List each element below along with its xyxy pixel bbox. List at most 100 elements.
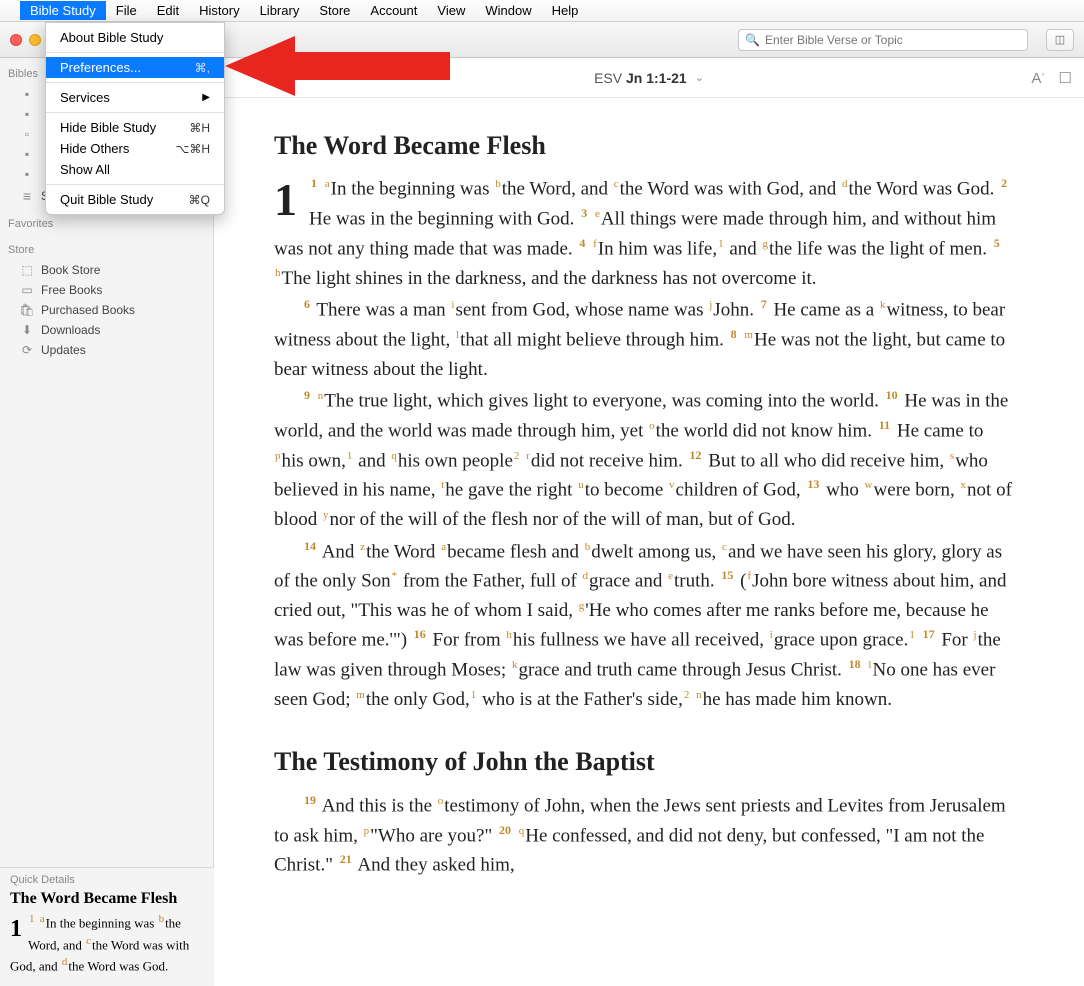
footnote[interactable]: e [668,570,673,582]
bookmark-button[interactable]: ☐ [1059,69,1072,87]
footnote[interactable]: b [159,913,165,925]
footnote[interactable]: b [585,541,591,553]
footnote[interactable]: m [356,689,365,701]
sidebar-purchased-books[interactable]: 🛍Purchased Books [0,300,213,320]
footnote[interactable]: b [495,178,501,190]
menu-preferences[interactable]: Preferences... ⌘, [46,57,224,78]
menu-view[interactable]: View [427,1,475,20]
footnote[interactable]: 2 [684,689,690,701]
footnote[interactable]: u [578,479,584,491]
footnote[interactable]: v [669,479,675,491]
footnote[interactable]: i [770,629,773,641]
verse-num[interactable]: 10 [886,388,898,402]
text-settings-button[interactable]: A◦ [1031,69,1044,87]
close-window-button[interactable] [10,34,22,46]
search-field[interactable]: 🔍 [738,29,1028,51]
verse-num[interactable]: 21 [340,852,352,866]
footnote[interactable]: i [451,299,454,311]
verse-num[interactable]: 7 [761,297,767,311]
footnote[interactable]: y [323,509,329,521]
layout-button[interactable]: ◫ [1046,29,1074,51]
footnote[interactable]: q [391,450,397,462]
footnote[interactable]: 1 [718,238,724,250]
menu-help[interactable]: Help [542,1,589,20]
footnote[interactable]: m [744,329,753,341]
verse-num[interactable]: 9 [304,388,310,402]
verse-num[interactable]: 12 [690,448,702,462]
footnote[interactable]: f [593,238,597,250]
footnote[interactable]: t [441,479,444,491]
verse-num[interactable]: 20 [499,823,511,837]
verse-num[interactable]: 17 [923,627,935,641]
footnote[interactable]: l [868,659,871,671]
verse-num[interactable]: 2 [1001,176,1007,190]
footnote[interactable]: k [880,299,886,311]
footnote[interactable]: d [583,570,589,582]
menu-history[interactable]: History [189,1,249,20]
verse-num[interactable]: 18 [849,657,861,671]
menu-window[interactable]: Window [475,1,541,20]
footnote[interactable]: n [318,390,324,402]
footnote[interactable]: a [325,178,330,190]
footnote[interactable]: f [747,570,751,582]
footnote[interactable]: c [614,178,619,190]
verse-num[interactable]: 19 [304,793,316,807]
footnote[interactable]: 1 [471,689,477,701]
menu-file[interactable]: File [106,1,147,20]
footnote[interactable]: 1 [347,450,353,462]
menu-show-all[interactable]: Show All [46,159,224,180]
verse-num[interactable]: 13 [807,477,819,491]
footnote[interactable]: k [512,659,518,671]
footnote[interactable]: j [709,299,712,311]
footnote[interactable]: r [526,450,530,462]
footnote[interactable]: n [696,689,702,701]
footnote[interactable]: p [275,450,281,462]
menu-hide[interactable]: Hide Bible Study ⌘H [46,117,224,138]
verse-num[interactable]: 1 [29,913,35,925]
footnote[interactable]: c [86,935,91,947]
footnote[interactable]: l [456,329,459,341]
footnote[interactable]: d [62,956,68,968]
footnote[interactable]: o [649,420,655,432]
footnote[interactable]: * [392,570,398,582]
search-input[interactable] [765,33,1021,47]
verse-num[interactable]: 8 [731,327,737,341]
footnote[interactable]: a [441,541,446,553]
menu-services[interactable]: Services ▶ [46,87,224,108]
sidebar-free-books[interactable]: ▭Free Books [0,280,213,300]
sidebar-updates[interactable]: ⟳Updates [0,340,213,360]
minimize-window-button[interactable] [29,34,41,46]
sidebar-downloads[interactable]: ⬇Downloads [0,320,213,340]
verse-num[interactable]: 4 [579,236,585,250]
footnote[interactable]: g [579,600,585,612]
footnote[interactable]: 1 [909,629,915,641]
footnote[interactable]: o [438,795,444,807]
footnote[interactable]: h [275,267,281,279]
menu-bible-study[interactable]: Bible Study [20,1,106,20]
footnote[interactable]: c [722,541,727,553]
verse-num[interactable]: 14 [304,539,316,553]
verse-num[interactable]: 6 [304,297,310,311]
verse-num[interactable]: 15 [721,568,733,582]
footnote[interactable]: w [865,479,873,491]
menu-hide-others[interactable]: Hide Others ⌥⌘H [46,138,224,159]
footnote[interactable]: p [364,825,370,837]
verse-num[interactable]: 1 [311,176,317,190]
verse-num[interactable]: 3 [581,206,587,220]
footnote[interactable]: e [595,208,600,220]
menu-library[interactable]: Library [250,1,310,20]
footnote[interactable]: z [360,541,365,553]
sidebar-book-store[interactable]: ⬚Book Store [0,260,213,280]
verse-num[interactable]: 11 [879,418,890,432]
menu-quit[interactable]: Quit Bible Study ⌘Q [46,189,224,210]
menu-about[interactable]: About Bible Study [46,27,224,48]
verse-num[interactable]: 5 [994,236,1000,250]
menu-account[interactable]: Account [360,1,427,20]
footnote[interactable]: x [961,479,967,491]
footnote[interactable]: 2 [514,450,520,462]
footnote[interactable]: h [506,629,512,641]
chevron-down-icon[interactable]: ⌄ [695,71,704,84]
footnote[interactable]: a [40,913,45,925]
footnote[interactable]: s [950,450,954,462]
footnote[interactable]: d [842,178,848,190]
